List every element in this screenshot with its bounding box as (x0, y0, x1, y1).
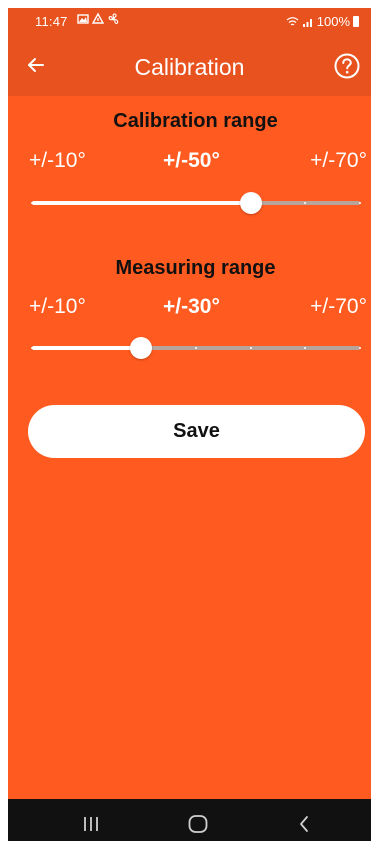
slider-tick (195, 202, 197, 204)
calibration-value-label: +/-50° (163, 149, 220, 172)
system-nav-bar (8, 799, 371, 841)
page-title: Calibration (134, 54, 245, 80)
calibration-min-label: +/-10° (29, 149, 86, 172)
status-time: 11:47 (35, 14, 68, 29)
notification-icon (92, 12, 104, 24)
signal-icon (302, 18, 312, 27)
slider-tick (195, 347, 197, 349)
slider-tick (31, 347, 33, 349)
status-notification-icons (77, 12, 120, 26)
calibration-max-label: +/-70° (310, 149, 367, 172)
slider-tick (85, 347, 88, 349)
home-icon[interactable] (185, 811, 211, 837)
calibration-range-labels: +/-10° +/-50° +/-70° (8, 149, 371, 177)
fan-icon (108, 13, 119, 25)
app-bar: Calibration (8, 36, 371, 96)
measuring-value-label: +/-30° (163, 295, 220, 318)
gallery-icon (77, 14, 89, 24)
slider-thumb[interactable] (130, 337, 153, 359)
measuring-min-label: +/-10° (29, 295, 86, 318)
slider-tick (31, 202, 33, 204)
slider-tick (359, 202, 361, 204)
save-button[interactable]: Save (28, 405, 365, 458)
battery-percent: 100% (316, 14, 350, 29)
battery-icon (353, 16, 359, 27)
wifi-icon (286, 16, 299, 25)
slider-tick (85, 202, 88, 204)
measuring-range-labels: +/-10° +/-30° +/-70° (8, 295, 371, 323)
phone-screen: 11:47 100% Calibration Calibration range… (8, 8, 371, 841)
recent-apps-icon[interactable] (78, 811, 104, 837)
slider-tick (359, 347, 361, 349)
measuring-max-label: +/-70° (310, 295, 367, 318)
measuring-range-slider[interactable] (31, 336, 361, 360)
calibration-range-title: Calibration range (113, 110, 278, 132)
measuring-range-title: Measuring range (115, 257, 276, 279)
slider-tick (249, 347, 252, 349)
status-right-icons: 100% (286, 14, 359, 29)
back-icon[interactable] (291, 811, 317, 837)
help-circle-icon[interactable] (332, 51, 362, 81)
slider-thumb[interactable] (239, 192, 262, 214)
status-bar: 11:47 100% (8, 8, 371, 36)
calibration-range-slider[interactable] (31, 191, 361, 215)
